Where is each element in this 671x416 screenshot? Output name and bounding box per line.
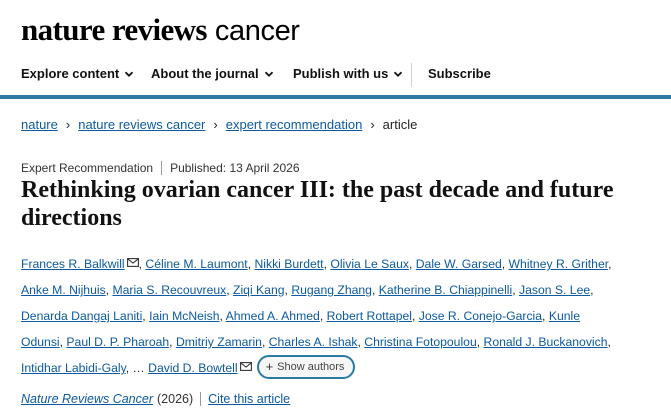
journal-link[interactable]: Nature Reviews Cancer: [21, 392, 153, 406]
author-line: Odunsi, Paul D. P. Pharoah, Dmitriy Zama…: [21, 329, 651, 355]
meta-divider: [161, 161, 163, 175]
nav-label: Subscribe: [428, 66, 491, 81]
author-separator: ,: [226, 283, 234, 297]
author-link[interactable]: Céline M. Laumont: [145, 257, 247, 271]
author-list: Frances R. Balkwill, Céline M. Laumont , …: [21, 251, 651, 381]
chevron-down-icon: [125, 71, 134, 77]
author-separator: , …: [125, 361, 149, 375]
breadcrumb-link-journal[interactable]: nature reviews cancer: [78, 117, 205, 132]
author-separator: ,: [590, 283, 594, 297]
chevron-down-icon: [394, 71, 403, 77]
nav-explore-content[interactable]: Explore content: [21, 66, 134, 81]
author-separator: ,: [411, 309, 419, 323]
author-separator: ,: [476, 335, 484, 349]
nav-label: About the journal: [151, 66, 259, 81]
cite-this-article-link[interactable]: Cite this article: [208, 392, 290, 406]
nav-label: Publish with us: [293, 66, 389, 81]
brand-light-text: cancer: [214, 15, 300, 47]
page: nature reviews cancer Explore content Ab…: [0, 0, 671, 416]
chevron-right-icon: ›: [65, 117, 71, 132]
citation-divider: [200, 392, 202, 406]
author-link[interactable]: Whitney R. Grither: [509, 257, 609, 271]
article-type: Expert Recommendation: [21, 161, 154, 175]
breadcrumb-link-section[interactable]: expert recommendation: [226, 117, 363, 132]
email-icon[interactable]: [238, 361, 252, 375]
main-nav: Explore content About the journal Publis…: [0, 56, 671, 94]
article-title: Rethinking ovarian cancer III: the past …: [21, 177, 614, 231]
breadcrumb-link-nature[interactable]: nature: [21, 117, 58, 132]
author-link[interactable]: Katherine B. Chiappinelli: [379, 283, 512, 297]
author-separator: ,: [607, 335, 611, 349]
author-link[interactable]: Ronald J. Buckanovich: [484, 335, 608, 349]
author-link[interactable]: Christina Fotopoulou: [364, 335, 476, 349]
author-separator: ,: [261, 335, 269, 349]
author-link[interactable]: Charles A. Ishak: [269, 335, 358, 349]
chevron-right-icon: ›: [213, 117, 218, 132]
breadcrumb: nature › nature reviews cancer › expert …: [21, 117, 417, 132]
author-link[interactable]: Frances R. Balkwill: [21, 257, 125, 271]
show-authors-label: Show authors: [277, 361, 345, 373]
author-link[interactable]: Dmitriy Zamarin: [176, 335, 262, 349]
author-link[interactable]: Jose R. Conejo-Garcia: [419, 309, 542, 323]
author-link[interactable]: Rugang Zhang: [291, 283, 372, 297]
author-link[interactable]: Maria S. Recouvreux: [112, 283, 226, 297]
author-link[interactable]: Jason S. Lee: [519, 283, 590, 297]
published-date: Published: 13 April 2026: [170, 161, 300, 175]
nav-publish-with-us[interactable]: Publish with us: [293, 66, 403, 81]
journal-logo[interactable]: nature reviews cancer: [21, 12, 300, 52]
author-link[interactable]: Olivia Le Saux: [330, 257, 409, 271]
author-link[interactable]: Paul D. P. Pharoah: [66, 335, 169, 349]
nav-about-the-journal[interactable]: About the journal: [151, 66, 274, 81]
author-link[interactable]: Ahmed A. Ahmed: [226, 309, 320, 323]
author-link[interactable]: David D. Bowtell: [148, 361, 237, 375]
author-link[interactable]: Nikki Burdett: [254, 257, 323, 271]
chevron-down-icon: [264, 71, 273, 77]
author-link[interactable]: Intidhar Labidi-Galy: [21, 361, 126, 375]
nav-divider: [411, 63, 412, 87]
author-separator: ,: [542, 309, 549, 323]
plus-icon: +: [265, 359, 274, 374]
breadcrumb-current: article: [382, 117, 418, 132]
author-link[interactable]: Iain McNeish: [149, 309, 219, 323]
author-link[interactable]: Anke M. Nijhuis: [21, 283, 106, 297]
author-line: Denarda Dangaj Laniti, Iain McNeish, Ahm…: [21, 303, 651, 329]
author-link[interactable]: Robert Rottapel: [327, 309, 412, 323]
nav-subscribe[interactable]: Subscribe: [428, 66, 491, 81]
author-line: Intidhar Labidi-Galy, … David D. Bowtell…: [21, 355, 651, 381]
author-separator: ,: [501, 257, 509, 271]
author-link[interactable]: Dale W. Garsed: [416, 257, 502, 271]
nav-label: Explore content: [21, 66, 120, 81]
article-meta: Expert Recommendation Published: 13 Apri…: [21, 161, 300, 175]
author-separator: ,: [512, 283, 519, 297]
citation-year: (2026): [157, 392, 194, 406]
header-accent-rule: [0, 95, 671, 99]
show-authors-button[interactable]: + Show authors: [256, 355, 356, 379]
author-separator: ,: [408, 257, 416, 271]
email-icon[interactable]: [125, 257, 139, 271]
author-link[interactable]: Odunsi: [21, 335, 60, 349]
brand-bold-text: nature reviews: [21, 12, 208, 47]
author-link[interactable]: Kunle: [549, 309, 580, 323]
author-link[interactable]: Denarda Dangaj Laniti: [21, 309, 142, 323]
author-separator: ,: [319, 309, 327, 323]
author-separator: ,: [371, 283, 379, 297]
author-separator: ,: [169, 335, 176, 349]
chevron-right-icon: ›: [370, 117, 375, 132]
citation-line: Nature Reviews Cancer (2026) Cite this a…: [21, 392, 290, 406]
author-link[interactable]: Ziqi Kang: [233, 283, 285, 297]
author-separator: ,: [608, 257, 612, 271]
author-line: Anke M. Nijhuis, Maria S. Recouvreux, Zi…: [21, 277, 651, 303]
author-line: Frances R. Balkwill, Céline M. Laumont, …: [21, 251, 651, 277]
